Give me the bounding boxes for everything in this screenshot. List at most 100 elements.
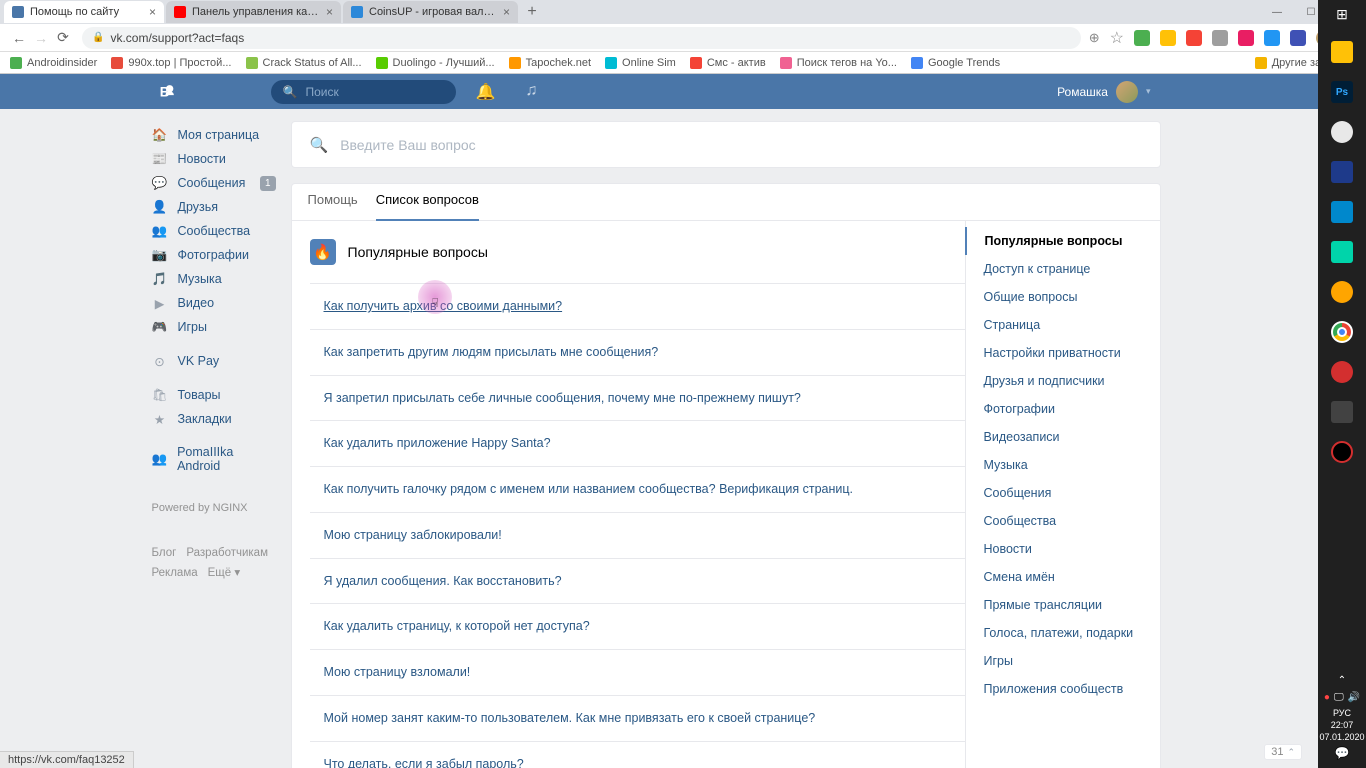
bookmark-item[interactable]: Androidinsider	[10, 57, 97, 69]
link-ads[interactable]: Реклама	[152, 567, 198, 579]
bookmark-item[interactable]: 990x.top | Простой...	[111, 57, 231, 69]
clock-date[interactable]: 07.01.2020	[1319, 732, 1364, 744]
help-tab[interactable]: Помощь	[308, 184, 358, 220]
vk-logo-icon[interactable]: B	[156, 82, 186, 102]
tray-expand-icon[interactable]: ⌃	[1319, 674, 1364, 687]
category-item[interactable]: Сообщества	[966, 507, 1160, 535]
zoom-icon[interactable]: ⊕	[1089, 30, 1100, 46]
ext-icon[interactable]	[1290, 30, 1306, 46]
question-link[interactable]: Мою страницу заблокировали!	[310, 512, 965, 558]
ext-icon[interactable]	[1160, 30, 1176, 46]
sidebar-item[interactable]: 👤Друзья	[146, 195, 276, 219]
notifications-icon[interactable]: 🔔	[476, 82, 496, 102]
category-item[interactable]: Приложения сообществ	[966, 675, 1160, 703]
question-link[interactable]: Как получить галочку рядом с именем или …	[310, 466, 965, 512]
minimize-icon[interactable]: —	[1260, 7, 1294, 18]
category-item[interactable]: Популярные вопросы	[965, 227, 1160, 255]
sidebar-item[interactable]: 🎵Музыка	[146, 267, 276, 291]
category-item[interactable]: Доступ к странице	[966, 255, 1160, 283]
taskbar-app-icon[interactable]	[1331, 241, 1353, 263]
question-link[interactable]: Мою страницу взломали!	[310, 649, 965, 695]
browser-tab[interactable]: CoinsUP - игровая валюта, пре ×	[343, 1, 518, 23]
clock-time[interactable]: 22:07	[1319, 720, 1364, 732]
page-counter[interactable]: 31⌃	[1264, 744, 1302, 760]
taskbar-app-icon[interactable]	[1331, 161, 1353, 183]
sidebar-item[interactable]: 👥Сообщества	[146, 219, 276, 243]
bookmark-item[interactable]: Google Trends	[911, 57, 1000, 69]
bookmark-item[interactable]: Смс - актив	[690, 57, 766, 69]
category-item[interactable]: Голоса, платежи, подарки	[966, 619, 1160, 647]
bookmark-item[interactable]: Crack Status of All...	[246, 57, 362, 69]
star-icon[interactable]: ☆	[1110, 28, 1124, 48]
reload-icon[interactable]: ⟳	[52, 29, 74, 46]
category-item[interactable]: Страница	[966, 311, 1160, 339]
windows-start-icon[interactable]: ⊞	[1336, 6, 1348, 23]
taskbar-app-icon[interactable]	[1331, 281, 1353, 303]
question-search-input[interactable]	[340, 137, 1141, 153]
taskbar-app-icon[interactable]	[1331, 401, 1353, 423]
category-item[interactable]: Общие вопросы	[966, 283, 1160, 311]
ext-icon[interactable]	[1238, 30, 1254, 46]
ext-icon[interactable]	[1134, 30, 1150, 46]
sidebar-item[interactable]: ▶Видео	[146, 291, 276, 315]
question-link[interactable]: Как удалить страницу, к которой нет дост…	[310, 603, 965, 649]
category-item[interactable]: Прямые трансляции	[966, 591, 1160, 619]
new-tab-button[interactable]: +	[520, 3, 544, 21]
lang-indicator[interactable]: РУС	[1319, 708, 1364, 720]
ext-icon[interactable]	[1212, 30, 1228, 46]
record-icon[interactable]	[1331, 441, 1353, 463]
taskbar-app-icon[interactable]	[1331, 41, 1353, 63]
sidebar-item[interactable]: 💬Сообщения1	[146, 171, 276, 195]
sidebar-item[interactable]: 🏠Моя страница	[146, 123, 276, 147]
close-icon[interactable]: ×	[149, 5, 156, 19]
chrome-icon[interactable]	[1331, 321, 1353, 343]
category-item[interactable]: Видеозаписи	[966, 423, 1160, 451]
url-input[interactable]: 🔒 vk.com/support?act=faqs	[82, 27, 1081, 49]
category-item[interactable]: Фотографии	[966, 395, 1160, 423]
sidebar-item[interactable]: 📷Фотографии	[146, 243, 276, 267]
help-tab[interactable]: Список вопросов	[376, 184, 479, 221]
sidebar-item[interactable]: ⊙VK Pay	[146, 349, 276, 373]
search-input[interactable]: 🔍 Поиск	[271, 80, 456, 104]
taskbar-app-icon[interactable]	[1331, 201, 1353, 223]
ext-icon[interactable]	[1264, 30, 1280, 46]
notifications-tray-icon[interactable]: 💬	[1319, 746, 1364, 762]
bookmark-item[interactable]: Online Sim	[605, 57, 676, 69]
sound-tray-icon[interactable]: 🔊	[1348, 691, 1360, 704]
link-blog[interactable]: Блог	[152, 547, 177, 559]
taskbar-app-icon[interactable]	[1331, 361, 1353, 383]
record-tray-icon[interactable]: ●	[1324, 691, 1330, 704]
back-icon[interactable]: ←	[8, 30, 30, 46]
taskbar-app-icon[interactable]	[1331, 121, 1353, 143]
close-icon[interactable]: ×	[503, 5, 510, 19]
music-icon[interactable]: ♫	[525, 82, 537, 102]
browser-tab[interactable]: Панель управления каналом - ×	[166, 1, 341, 23]
question-link[interactable]: Как запретить другим людям присылать мне…	[310, 329, 965, 375]
category-item[interactable]: Новости	[966, 535, 1160, 563]
user-menu[interactable]: Ромашка ▾	[1057, 81, 1150, 103]
ext-icon[interactable]	[1186, 30, 1202, 46]
bookmark-item[interactable]: Поиск тегов на Yo...	[780, 57, 897, 69]
sidebar-item[interactable]: 📰Новости	[146, 147, 276, 171]
sidebar-item[interactable]: ★Закладки	[146, 407, 276, 431]
browser-tab-active[interactable]: Помощь по сайту ×	[4, 1, 164, 23]
close-icon[interactable]: ×	[326, 5, 333, 19]
sidebar-item[interactable]: 🛍Товары	[146, 383, 276, 407]
category-item[interactable]: Смена имён	[966, 563, 1160, 591]
question-link[interactable]: Я запретил присылать себе личные сообщен…	[310, 375, 965, 421]
category-item[interactable]: Игры	[966, 647, 1160, 675]
link-dev[interactable]: Разработчикам	[186, 547, 268, 559]
sidebar-item[interactable]: 🎮Игры	[146, 315, 276, 339]
category-item[interactable]: Друзья и подписчики	[966, 367, 1160, 395]
monitor-tray-icon[interactable]: 🖵	[1334, 691, 1344, 704]
question-link[interactable]: Как удалить приложение Happy Santa?	[310, 420, 965, 466]
photoshop-icon[interactable]: Ps	[1331, 81, 1353, 103]
category-item[interactable]: Сообщения	[966, 479, 1160, 507]
forward-icon[interactable]: →	[30, 30, 52, 46]
bookmark-item[interactable]: Tapochek.net	[509, 57, 591, 69]
link-more[interactable]: Ещё ▾	[208, 567, 241, 579]
sidebar-item[interactable]: 👥PomaIIIka Android	[146, 441, 276, 477]
category-item[interactable]: Музыка	[966, 451, 1160, 479]
question-link[interactable]: Как получить архив со своими данными?☟	[310, 283, 965, 329]
question-link[interactable]: Мой номер занят каким-то пользователем. …	[310, 695, 965, 741]
